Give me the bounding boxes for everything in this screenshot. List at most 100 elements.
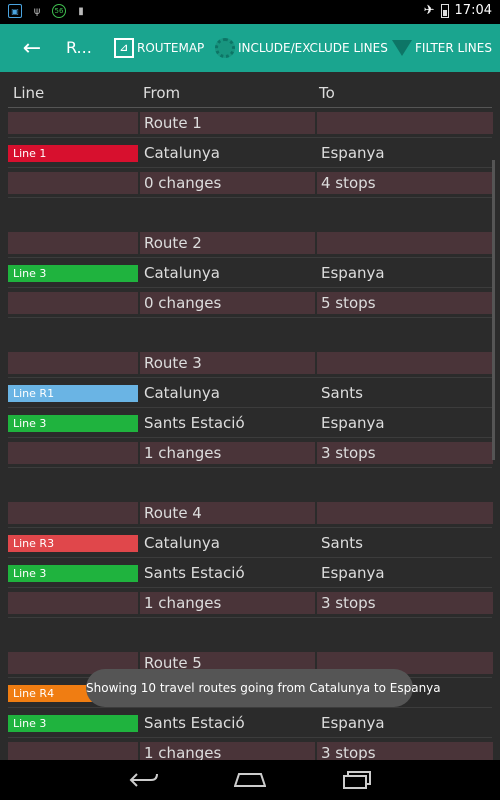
route-stops: 3 stops — [317, 592, 493, 614]
route-title: Route 2 — [140, 232, 315, 254]
leg-from: Catalunya — [144, 264, 220, 282]
leg-from: Catalunya — [144, 384, 220, 402]
table-header: Line From To — [0, 82, 500, 106]
leg-to: Espanya — [321, 144, 385, 162]
summary-empty-cell — [8, 442, 138, 464]
routemap-label: ROUTEMAP — [137, 41, 205, 55]
route-stops: 3 stops — [317, 442, 493, 464]
route-summary-row[interactable]: 1 changes 3 stops — [0, 438, 500, 468]
nav-home-icon[interactable] — [230, 768, 270, 792]
nav-recent-apps-icon[interactable] — [337, 768, 377, 792]
scrollbar[interactable] — [492, 160, 495, 460]
line-badge: Line 3 — [8, 415, 138, 432]
gear-icon — [215, 38, 235, 58]
column-header-line: Line — [13, 84, 45, 102]
line-badge: Line 3 — [8, 265, 138, 282]
route-leg-row[interactable]: Line 1 Catalunya Espanya — [0, 138, 500, 168]
line-badge: Line R1 — [8, 385, 138, 402]
page-title: R... — [66, 38, 92, 57]
route-leg-row[interactable]: Line 3 Catalunya Espanya — [0, 258, 500, 288]
leg-to: Espanya — [321, 264, 385, 282]
route-stops: 5 stops — [317, 292, 493, 314]
back-arrow-icon[interactable]: ← — [18, 34, 46, 62]
route-stops: 4 stops — [317, 172, 493, 194]
route-title: Route 4 — [140, 502, 315, 524]
filter-label: FILTER LINES — [415, 41, 492, 55]
route-title-row[interactable]: Route 1 — [0, 108, 500, 138]
leg-from: Sants Estació — [144, 714, 245, 732]
route-summary-row[interactable]: 0 changes 4 stops — [0, 168, 500, 198]
row-divider — [8, 317, 492, 318]
route-summary-row[interactable]: 1 changes 3 stops — [0, 738, 500, 760]
summary-empty-cell — [8, 742, 138, 760]
sync-icon: 56 — [52, 4, 66, 18]
route-changes: 0 changes — [140, 172, 315, 194]
summary-empty-cell — [8, 172, 138, 194]
line-badge: Line 1 — [8, 145, 138, 162]
route-title: Route 1 — [140, 112, 315, 134]
routes-table[interactable]: Line From To Route 1 Line 1 Catalunya Espan… — [0, 72, 500, 760]
route-changes: 1 changes — [140, 592, 315, 614]
route-title-empty-cell — [317, 112, 493, 134]
route-title-empty-cell — [8, 112, 138, 134]
leg-from: Sants Estació — [144, 414, 245, 432]
route-title-empty-cell — [8, 352, 138, 374]
line-badge: Line 3 — [8, 715, 138, 732]
airplane-mode-icon: ✈ — [423, 3, 435, 18]
route-title-empty-cell — [8, 502, 138, 524]
leg-from: Catalunya — [144, 144, 220, 162]
filter-lines-button[interactable]: FILTER LINES — [392, 36, 492, 60]
route-title-empty-cell — [317, 502, 493, 524]
storage-icon: ▮ — [78, 5, 84, 17]
route-summary-row[interactable]: 1 changes 3 stops — [0, 588, 500, 618]
toast-message: Showing 10 travel routes going from Cata… — [86, 669, 441, 707]
leg-to: Sants — [321, 534, 363, 552]
route-changes: 1 changes — [140, 442, 315, 464]
row-divider — [8, 197, 492, 198]
column-header-to: To — [319, 84, 335, 102]
filter-icon — [392, 40, 412, 56]
route-leg-row[interactable]: Line R3 Catalunya Sants — [0, 528, 500, 558]
route-stops: 3 stops — [317, 742, 493, 760]
leg-to: Espanya — [321, 564, 385, 582]
routemap-icon: ⊿ — [114, 38, 134, 58]
route-leg-row[interactable]: Line 3 Sants Estació Espanya — [0, 408, 500, 438]
route-changes: 0 changes — [140, 292, 315, 314]
summary-empty-cell — [8, 592, 138, 614]
nav-back-icon[interactable] — [124, 768, 164, 792]
navigation-bar — [0, 760, 500, 800]
leg-to: Espanya — [321, 414, 385, 432]
leg-from: Catalunya — [144, 534, 220, 552]
clock: 17:04 — [454, 3, 492, 18]
notification-icon: ▣ — [8, 4, 22, 18]
line-badge: Line 3 — [8, 565, 138, 582]
route-title-empty-cell — [8, 232, 138, 254]
route-leg-row[interactable]: Line 3 Sants Estació Espanya — [0, 558, 500, 588]
route-summary-row[interactable]: 0 changes 5 stops — [0, 288, 500, 318]
line-badge: Line R3 — [8, 535, 138, 552]
include-exclude-lines-button[interactable]: INCLUDE/EXCLUDE LINES — [215, 36, 388, 60]
row-divider — [8, 467, 492, 468]
route-title-row[interactable]: Route 3 — [0, 348, 500, 378]
route-title: Route 3 — [140, 352, 315, 374]
leg-from: Sants Estació — [144, 564, 245, 582]
route-changes: 1 changes — [140, 742, 315, 760]
route-leg-row[interactable]: Line 3 Sants Estació Espanya — [0, 708, 500, 738]
route-title-empty-cell — [317, 232, 493, 254]
app-screen: ▣ ψ 56 ▮ ✈ 17:04 ← R... ⊿ ROUTEMAP INCLU… — [0, 0, 500, 800]
battery-icon — [440, 3, 449, 18]
status-bar: ▣ ψ 56 ▮ ✈ 17:04 — [0, 0, 500, 24]
route-title-row[interactable]: Route 2 — [0, 228, 500, 258]
route-title-row[interactable]: Route 4 — [0, 498, 500, 528]
route-title-empty-cell — [317, 352, 493, 374]
routemap-button[interactable]: ⊿ ROUTEMAP — [114, 36, 204, 60]
column-header-from: From — [143, 84, 181, 102]
leg-to: Sants — [321, 384, 363, 402]
include-exclude-label: INCLUDE/EXCLUDE LINES — [238, 41, 388, 55]
action-bar: ← R... ⊿ ROUTEMAP INCLUDE/EXCLUDE LINES … — [0, 24, 500, 72]
summary-empty-cell — [8, 292, 138, 314]
route-leg-row[interactable]: Line R1 Catalunya Sants — [0, 378, 500, 408]
leg-to: Espanya — [321, 714, 385, 732]
row-divider — [8, 617, 492, 618]
usb-icon: ψ — [33, 5, 41, 17]
